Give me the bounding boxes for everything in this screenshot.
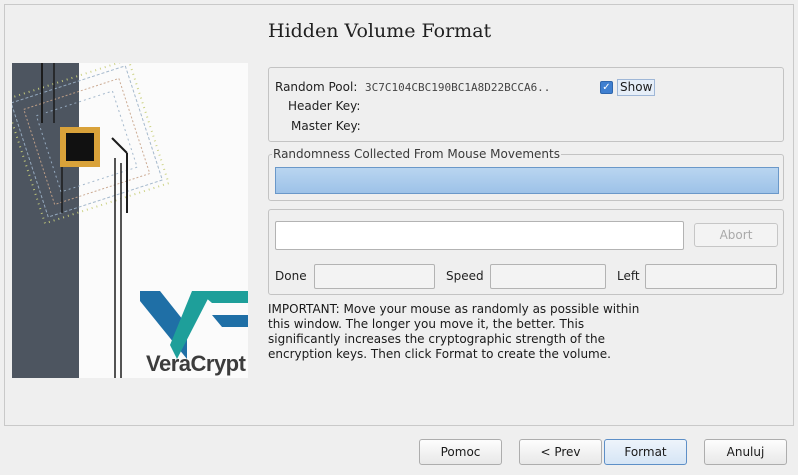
important-note: IMPORTANT: Move your mouse as randomly a… (268, 302, 640, 361)
randomness-group: Randomness Collected From Mouse Movement… (268, 147, 784, 201)
speed-field (490, 264, 606, 289)
randomness-progress-bar (275, 167, 779, 194)
done-label: Done (275, 269, 307, 283)
master-key-label: Master Key: (291, 119, 361, 133)
randomness-legend: Randomness Collected From Mouse Movement… (272, 147, 561, 161)
header-key-label: Header Key: (288, 99, 361, 113)
speed-label: Speed (446, 269, 484, 283)
format-progress-bar (275, 221, 684, 250)
left-field (645, 264, 777, 289)
random-pool-value: 3C7C104CBC190BC1A8D22BCCA6.. (365, 81, 551, 94)
format-button[interactable]: Format (604, 439, 687, 465)
keys-group: Random Pool: 3C7C104CBC190BC1A8D22BCCA6.… (268, 67, 784, 142)
veracrypt-logo-text: VeraCrypt (146, 351, 246, 376)
page-title: Hidden Volume Format (268, 20, 492, 42)
show-checkbox[interactable]: ✓ (600, 81, 613, 94)
show-checkbox-label[interactable]: Show (617, 79, 656, 96)
random-pool-label: Random Pool: (275, 80, 358, 94)
veracrypt-banner: VeraCrypt (12, 63, 248, 378)
cancel-button[interactable]: Anuluj (704, 439, 787, 465)
format-progress-group: Abort Done Speed Left (268, 209, 784, 295)
prev-button[interactable]: < Prev (519, 439, 602, 465)
abort-button[interactable]: Abort (694, 223, 778, 247)
help-button[interactable]: Pomoc (419, 439, 502, 465)
left-label: Left (617, 269, 640, 283)
done-field (314, 264, 435, 289)
